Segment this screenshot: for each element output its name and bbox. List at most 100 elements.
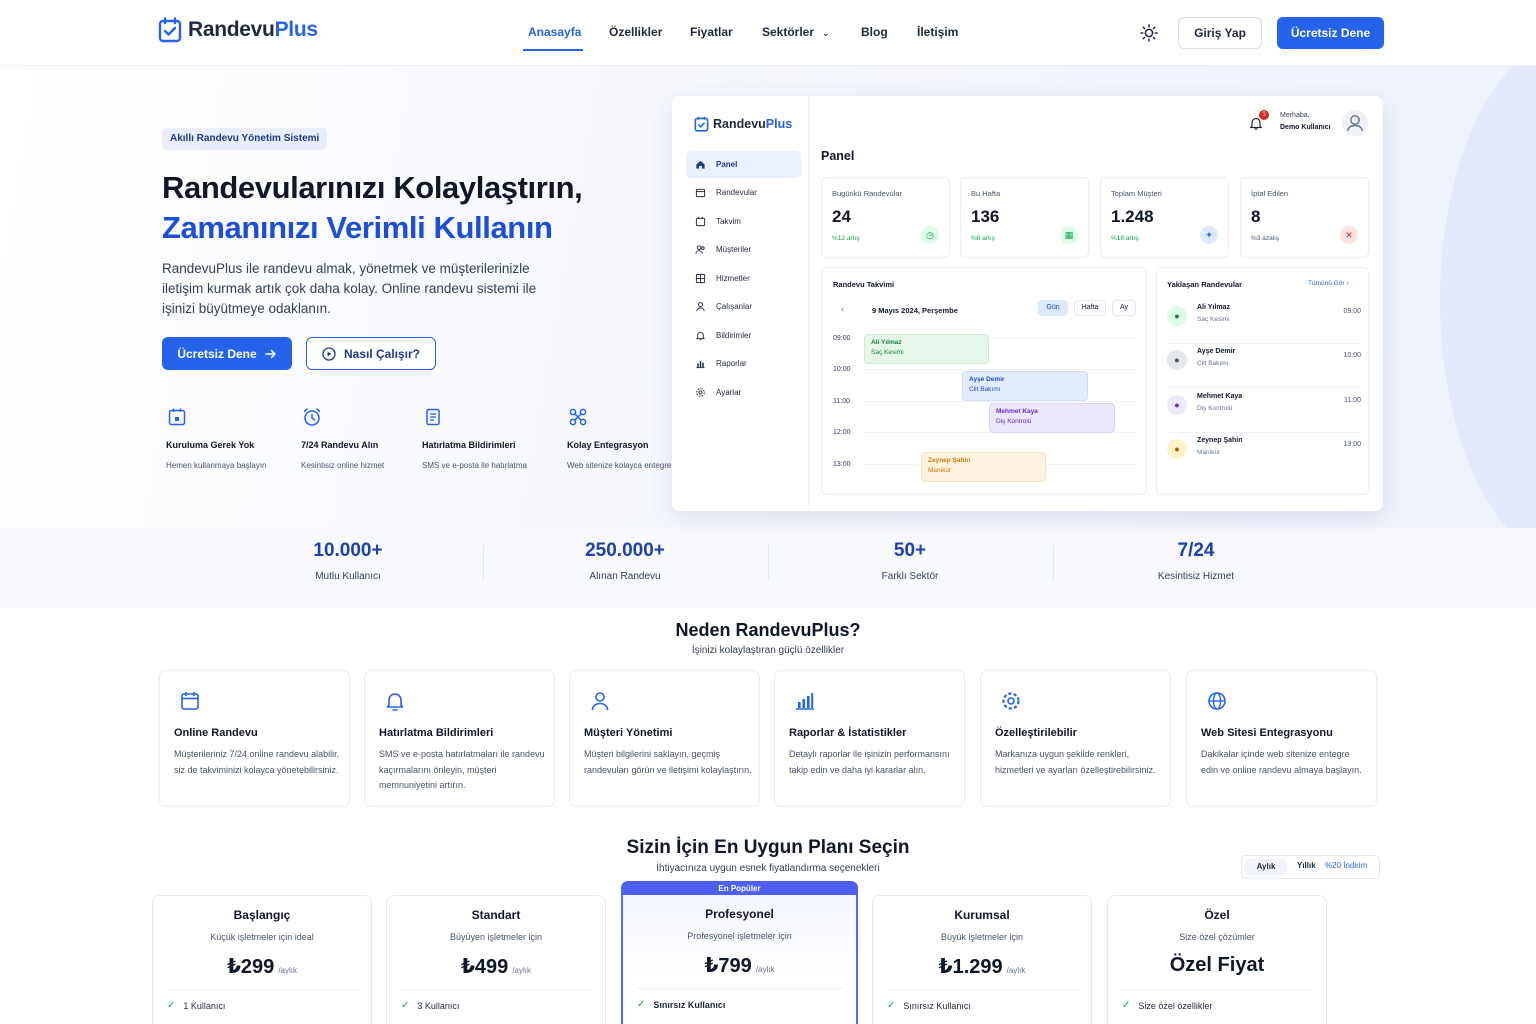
plan-price: Özel Fiyat <box>1108 954 1326 977</box>
feature-card-title: Hatırlatma Bildirimleri <box>379 727 494 739</box>
bar-chart-icon <box>696 361 705 369</box>
plan-feature: ✓ Sınırsız Kullanıcı <box>637 999 725 1010</box>
feature-title: 7/24 Randevu Alın <box>301 440 379 450</box>
calendar-event[interactable]: Zeynep Şahin Manikür <box>921 452 1046 482</box>
calendar-event[interactable]: Ayşe Demir Cilt Bakımı <box>962 371 1088 401</box>
feature-card-title: Web Sitesi Entegrasyonu <box>1201 727 1333 739</box>
user-greeting: Merhaba, <box>1280 112 1310 119</box>
plan-card-professional[interactable]: Profesyonel Profesyonel işletmeler için … <box>621 895 858 1024</box>
sidebar-item-services[interactable]: Hizmetler <box>686 265 801 292</box>
sidebar-item-label: Takvim <box>716 217 741 226</box>
stat-value: 250.000+ <box>585 540 665 561</box>
appointment-service: Saç Kesimi <box>1197 316 1230 323</box>
home-icon <box>696 160 705 169</box>
billing-yearly-option[interactable]: Yıllık <box>1297 861 1316 870</box>
notifications-bell[interactable]: 3 <box>1249 110 1269 131</box>
bar-chart-icon <box>792 688 818 714</box>
feature-card-title: Online Randevu <box>174 727 258 739</box>
plan-feature-label: Size özel özellikler <box>1138 1000 1213 1011</box>
billing-toggle: Aylık Yıllık %20 İndirim <box>1241 855 1380 879</box>
view-day-button[interactable]: Gün <box>1038 300 1068 316</box>
sidebar-item-calendar[interactable]: Takvim <box>686 208 801 235</box>
dashboard-sidebar: RandevuPlus Panel Randevular Takvim Müşt… <box>672 96 809 511</box>
stat-sectors: 50+ Farklı Sektör <box>810 540 1010 582</box>
view-week-button[interactable]: Hafta <box>1074 300 1106 316</box>
plan-card-custom[interactable]: Özel Size özel çözümler Özel Fiyat ✓ Size… <box>1107 895 1327 1024</box>
users-icon <box>695 245 705 254</box>
chevron-left-icon[interactable]: ‹ <box>841 304 844 314</box>
notepad-icon <box>422 406 444 428</box>
integration-icon <box>567 406 589 428</box>
arrow-right-icon <box>264 349 276 358</box>
hero-title-line-1: Randevularınızı Kolaylaştırın, <box>162 170 583 205</box>
calendar-event[interactable]: Mehmet Kaya Diş Kontrolü <box>989 403 1115 433</box>
see-all-link[interactable]: Tümünü Gör › <box>1308 280 1348 287</box>
login-button[interactable]: Giriş Yap <box>1178 17 1262 49</box>
grid-line <box>862 369 1137 370</box>
time-label: 09:00 <box>833 335 851 342</box>
stat-appointments: 250.000+ Alınan Randevu <box>525 540 725 582</box>
sun-icon[interactable] <box>1140 24 1158 42</box>
hero-feature-24-7: 7/24 Randevu Alın Kesintisiz online hizm… <box>301 406 431 472</box>
divider <box>401 989 593 990</box>
nav-blog[interactable]: Blog <box>861 25 888 39</box>
sidebar-item-customers[interactable]: Müşteriler <box>686 236 801 263</box>
list-item[interactable]: ● Ayşe Demir Cilt Bakımı 10:00 <box>1167 344 1361 388</box>
feature-card-desc: Detaylı raporlar ile işinizin performans… <box>789 749 950 775</box>
plan-price: ₺1.299/aylık <box>873 954 1091 979</box>
hero-cta-label: Ücretsiz Dene <box>177 346 257 361</box>
chevron-down-icon: ⌄ <box>822 28 830 38</box>
plan-feature: ✓ 1 Kullanıcı <box>167 1000 225 1011</box>
nav-sectors[interactable]: Sektörler ⌄ <box>762 25 830 39</box>
how-it-works-button[interactable]: Nasıl Çalışır? <box>306 337 436 370</box>
calendar-event[interactable]: Ali Yılmaz Saç Kesimi <box>864 334 989 364</box>
nav-contact[interactable]: İletişim <box>917 25 958 39</box>
site-header: RandevuPlus Anasayfa Özellikler Fiyatlar… <box>0 0 1536 66</box>
plan-period: /aylık <box>278 966 297 975</box>
appointment-service: Diş Kontrolü <box>1197 405 1233 412</box>
check-icon: ✓ <box>1122 1000 1131 1011</box>
feature-card-reports: Raporlar & İstatistikler Detaylı raporla… <box>774 670 965 807</box>
feature-card-desc: Dakikalar içinde web sitenize entegre ed… <box>1201 749 1362 775</box>
plan-name: Profesyonel <box>705 907 774 921</box>
hero-badge: Akıllı Randevu Yönetim Sistemi <box>162 128 328 150</box>
sidebar-item-settings[interactable]: Ayarlar <box>686 379 801 406</box>
bell-icon <box>382 688 408 714</box>
hero-cta-button[interactable]: Ücretsiz Dene <box>162 337 292 370</box>
billing-monthly-option[interactable]: Aylık <box>1245 859 1287 875</box>
list-item[interactable]: ● Mehmet Kaya Diş Kontrolü 11:00 <box>1167 389 1361 433</box>
kpi-change: %12 artış <box>832 235 860 242</box>
sidebar-item-notifications[interactable]: Bildirimler <box>686 322 801 349</box>
sidebar-item-panel[interactable]: Panel <box>686 151 801 178</box>
header-cta-button[interactable]: Ücretsiz Dene <box>1277 17 1384 49</box>
check-icon: ✓ <box>637 999 646 1010</box>
calendar-icon <box>695 188 706 198</box>
list-item[interactable]: ● Zeynep Şahin Manikür 13:00 <box>1167 433 1361 477</box>
plan-desc: Size özel çözümler <box>1179 932 1255 942</box>
plan-desc: Profesyonel işletmeler için <box>687 931 792 941</box>
sidebar-item-employees[interactable]: Çalışanlar <box>686 293 801 320</box>
plan-price-value: ₺1.299 <box>938 956 1003 978</box>
sidebar-item-reports[interactable]: Raporlar <box>686 350 801 377</box>
plan-feature: ✓ Size özel özellikler <box>1122 1000 1212 1011</box>
hero-title-line-2: Zamanınızı Verimli Kullanın <box>162 210 553 245</box>
brand-logo[interactable]: RandevuPlus <box>158 17 318 43</box>
dashboard-logo[interactable]: RandevuPlus <box>694 116 792 132</box>
plan-card-standard[interactable]: Standart Büyüyen işletmeler için ₺499/ay… <box>386 895 606 1024</box>
kpi-value: 1.248 <box>1111 207 1154 226</box>
appointment-name: Zeynep Şahin <box>1197 437 1243 444</box>
sidebar-item-label: Ayarlar <box>716 388 742 397</box>
view-month-button[interactable]: Ay <box>1112 300 1136 316</box>
stat-users: 10.000+ Mutlu Kullanıcı <box>248 540 448 582</box>
plan-card-starter[interactable]: Başlangıç Küçük işletmeler için ideal ₺2… <box>152 895 372 1024</box>
nav-features[interactable]: Özellikler <box>609 25 662 39</box>
avatar[interactable] <box>1342 110 1368 136</box>
event-service: Manikür <box>928 467 952 474</box>
nav-pricing[interactable]: Fiyatlar <box>690 25 733 39</box>
sidebar-item-appointments[interactable]: Randevular <box>686 179 801 206</box>
list-item[interactable]: ● Ali Yılmaz Saç Kesimi 09:00 <box>1167 300 1361 344</box>
plan-price: ₺499/aylık <box>387 954 605 979</box>
kpi-value: 24 <box>832 207 851 226</box>
plan-card-enterprise[interactable]: Kurumsal Büyük işletmeler için ₺1.299/ay… <box>872 895 1092 1024</box>
nav-home[interactable]: Anasayfa <box>528 25 581 39</box>
